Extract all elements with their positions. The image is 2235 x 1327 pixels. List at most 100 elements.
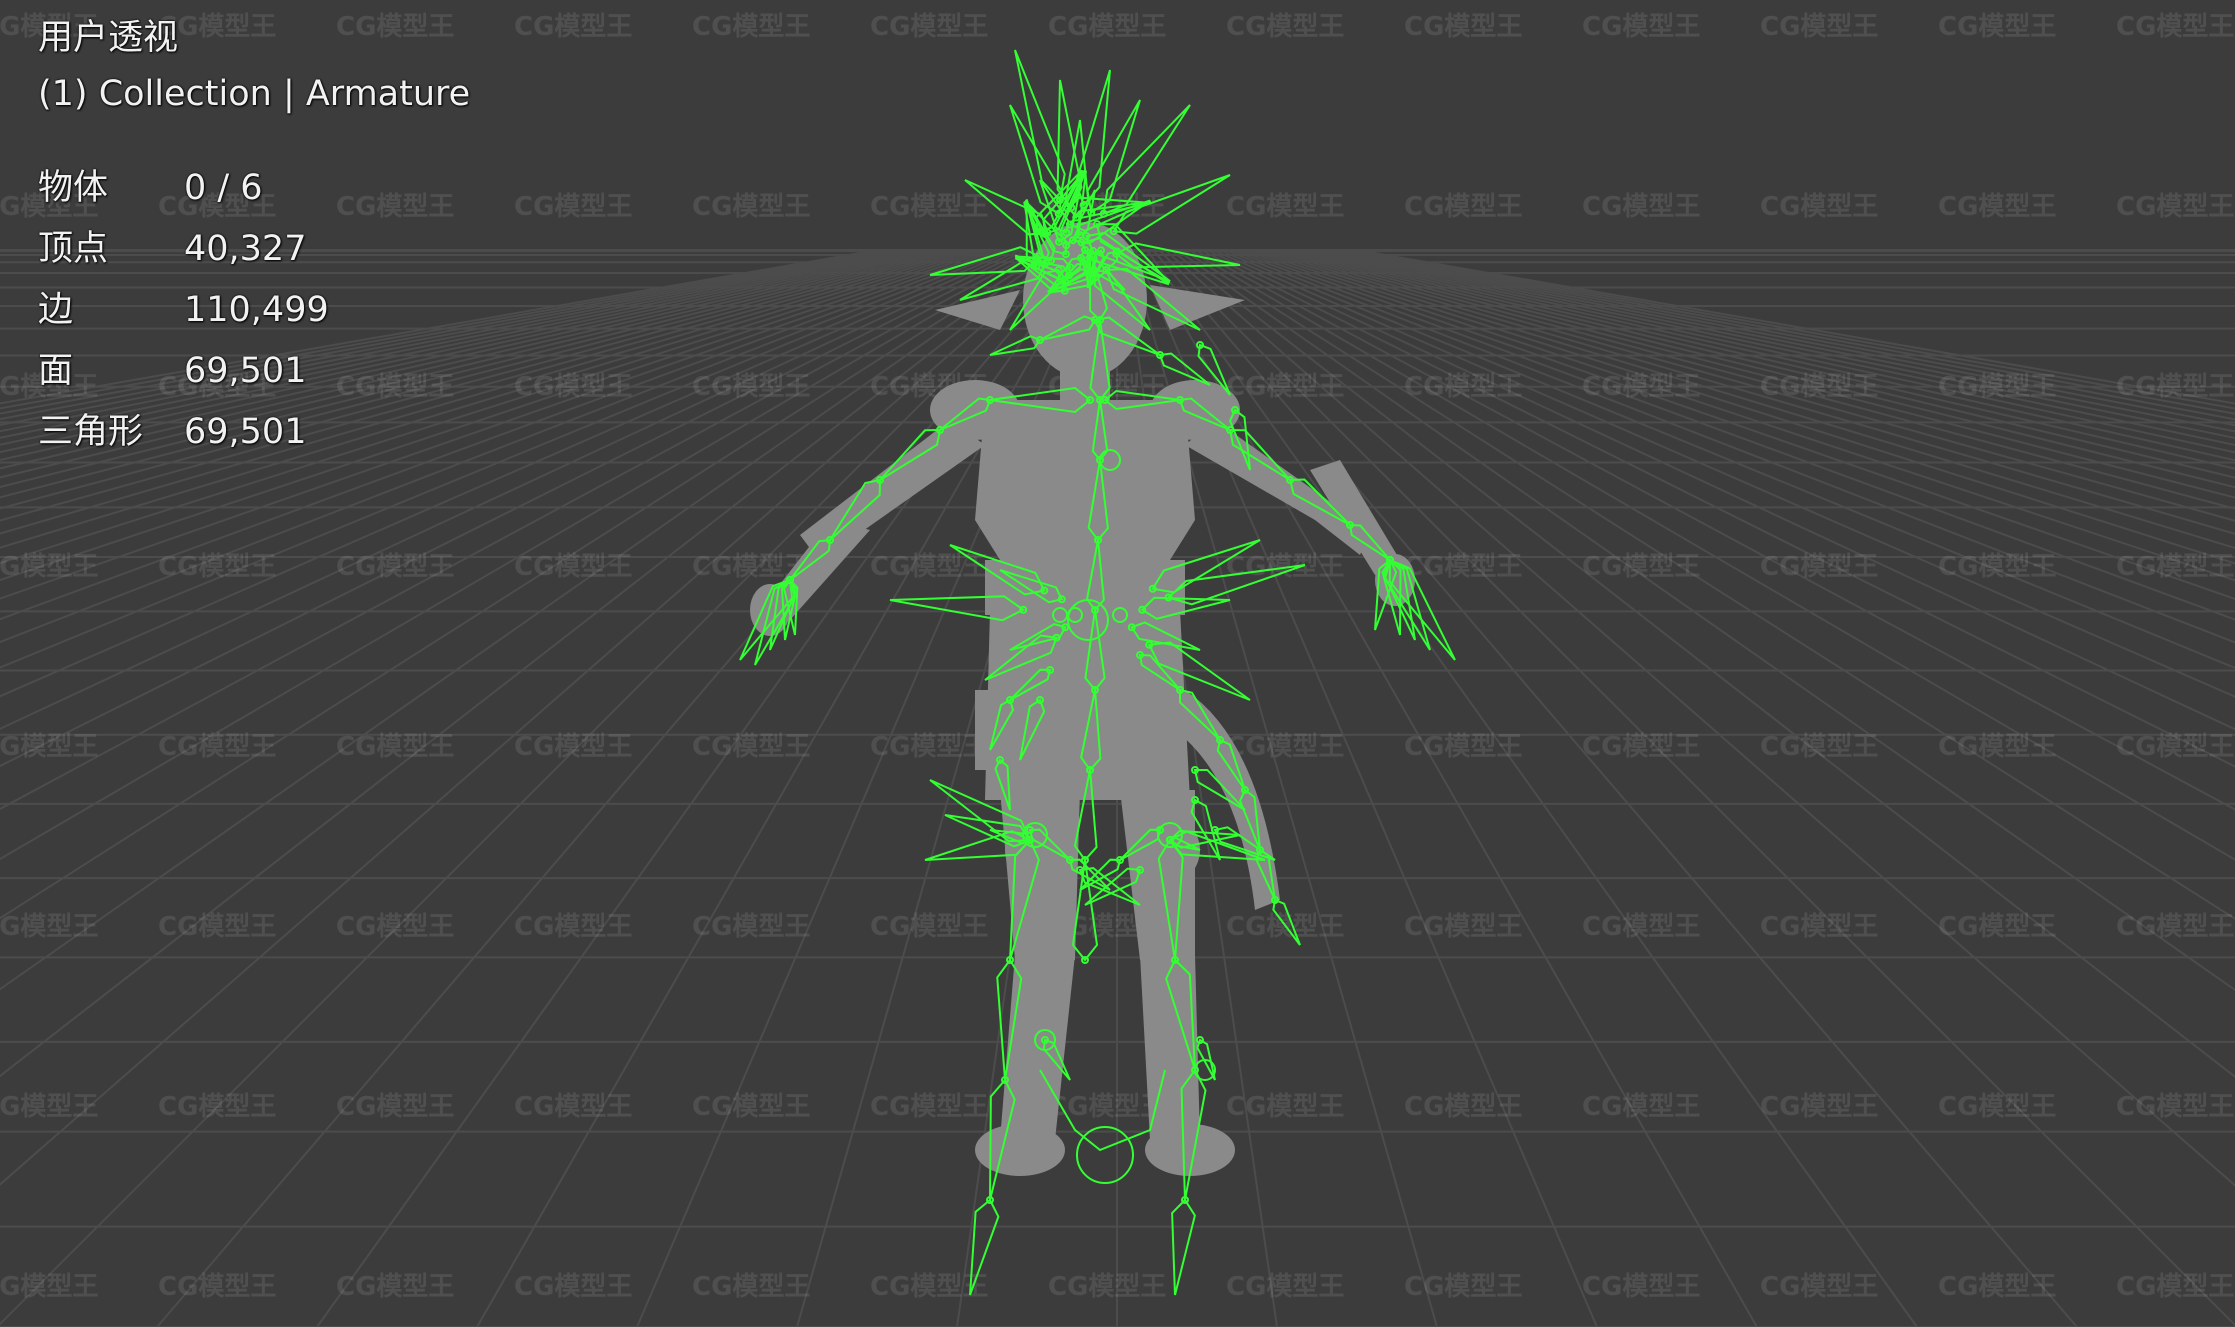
watermark: CG模型王: [692, 192, 810, 222]
stat-label: 顶点: [38, 229, 109, 269]
watermark: CG模型王: [2116, 552, 2234, 582]
stat-label: 面: [38, 351, 74, 391]
view-name: 用户透视: [38, 18, 179, 58]
watermark: CG模型王: [1404, 192, 1522, 222]
grid-line: [1314, 249, 2235, 446]
stat-label: 边: [38, 290, 74, 330]
viewport-text-overlay: 用户透视 (1) Collection | Armature 物体 0 / 6 …: [38, 10, 470, 463]
watermark: CG模型王: [1760, 732, 1878, 762]
grid-line: [1236, 249, 2235, 601]
watermark: CG模型王: [1226, 732, 1344, 762]
watermark: CG模型王: [692, 1092, 810, 1122]
watermark: CG模型王: [1938, 732, 2056, 762]
watermark: CG模型王: [1760, 552, 1878, 582]
watermark: CG模型王: [1938, 192, 2056, 222]
watermark: CG模型王: [336, 912, 454, 942]
watermark: CG模型王: [1582, 912, 1700, 942]
3d-viewport[interactable]: CG模型王 CG模型王 CG模型王 CG模型王 CG模型王 CG模型王 CG模型王 CG模型王…: [0, 0, 2235, 1327]
watermark: CG模型王: [514, 192, 632, 222]
grid-line: [1290, 249, 2235, 479]
watermark: CG模型王: [1048, 12, 1166, 42]
mesh-foot-left: [975, 1124, 1065, 1176]
watermark: CG模型王: [514, 1272, 632, 1302]
watermark: CG模型王: [1938, 372, 2056, 402]
root-control: [1076, 1126, 1134, 1184]
watermark: CG模型王: [514, 552, 632, 582]
watermark: CG模型王: [1938, 912, 2056, 942]
stat-value: 110,499: [184, 290, 329, 330]
watermark: CG模型王: [1582, 552, 1700, 582]
grid-line: [1230, 249, 2235, 621]
grid-line: [1302, 249, 2235, 462]
watermark: CG模型王: [1404, 12, 1522, 42]
watermark: CG模型王: [1760, 1272, 1878, 1302]
watermark: CG模型王: [2116, 732, 2234, 762]
watermark: CG模型王: [336, 1092, 454, 1122]
watermark: CG模型王: [0, 732, 98, 762]
watermark: CG模型王: [1404, 372, 1522, 402]
watermark: CG模型王: [514, 732, 632, 762]
watermark: CG模型王: [1404, 912, 1522, 942]
grid-line: [1320, 249, 2235, 440]
watermark: CG模型王: [692, 1272, 810, 1302]
watermark: CG模型王: [0, 1272, 98, 1302]
watermark: CG模型王: [158, 912, 276, 942]
grid-line: [1146, 249, 1918, 1327]
stat-row-vertices: 顶点 40,327: [38, 219, 470, 280]
watermark: CG模型王: [1760, 912, 1878, 942]
watermark: CG模型王: [514, 1092, 632, 1122]
watermark: CG模型王: [1582, 372, 1700, 402]
watermark: CG模型王: [336, 1272, 454, 1302]
stat-label: 三角形: [38, 412, 144, 452]
watermark: CG模型王: [2116, 912, 2234, 942]
stat-row-faces: 面 69,501: [38, 341, 470, 402]
bone: [1171, 1198, 1196, 1296]
watermark: CG模型王: [0, 912, 98, 942]
stat-value: 69,501: [184, 412, 307, 452]
watermark: CG模型王: [514, 12, 632, 42]
watermark: CG模型王: [1404, 552, 1522, 582]
watermark: CG模型王: [336, 732, 454, 762]
watermark: CG模型王: [2116, 1092, 2234, 1122]
watermark: CG模型王: [2116, 1272, 2234, 1302]
stat-value: 40,327: [184, 229, 307, 269]
watermark: CG模型王: [1938, 12, 2056, 42]
watermark: CG模型王: [1226, 192, 1344, 222]
watermark: CG模型王: [0, 1092, 98, 1122]
grid-line: [1266, 249, 2235, 522]
collection-line: (1) Collection | Armature: [38, 74, 471, 114]
watermark: CG模型王: [1404, 732, 1522, 762]
watermark: CG模型王: [1404, 1092, 1522, 1122]
watermark: CG模型王: [1226, 12, 1344, 42]
watermark: CG模型王: [1226, 372, 1344, 402]
watermark: CG模型王: [336, 552, 454, 582]
watermark: CG模型王: [158, 1092, 276, 1122]
watermark: CG模型王: [2116, 372, 2234, 402]
watermark: CG模型王: [158, 552, 276, 582]
stat-row-objects: 物体 0 / 6: [38, 158, 470, 219]
watermark: CG模型王: [1582, 12, 1700, 42]
watermark: CG模型王: [1760, 372, 1878, 402]
stat-row-edges: 边 110,499: [38, 280, 470, 341]
stat-value: 0 / 6: [184, 168, 263, 208]
watermark: CG模型王: [514, 912, 632, 942]
watermark: CG模型王: [2116, 192, 2234, 222]
grid-line: [1248, 249, 2235, 565]
watermark: CG模型王: [870, 912, 988, 942]
grid-line: [1152, 249, 2078, 1327]
stat-value: 69,501: [184, 351, 307, 391]
watermark: CG模型王: [870, 12, 988, 42]
watermark: CG模型王: [1760, 12, 1878, 42]
watermark: CG模型王: [870, 1092, 988, 1122]
watermark: CG模型王: [692, 12, 810, 42]
watermark: CG模型王: [1582, 192, 1700, 222]
watermark: CG模型王: [1582, 732, 1700, 762]
watermark: CG模型王: [1760, 192, 1878, 222]
watermark: CG模型王: [1760, 1092, 1878, 1122]
watermark: CG模型王: [870, 552, 988, 582]
watermark: CG模型王: [0, 552, 98, 582]
stat-label: 物体: [38, 168, 109, 208]
stat-row-triangles: 三角形 69,501: [38, 402, 470, 463]
watermark: CG模型王: [1582, 1092, 1700, 1122]
watermark: CG模型王: [1938, 1272, 2056, 1302]
